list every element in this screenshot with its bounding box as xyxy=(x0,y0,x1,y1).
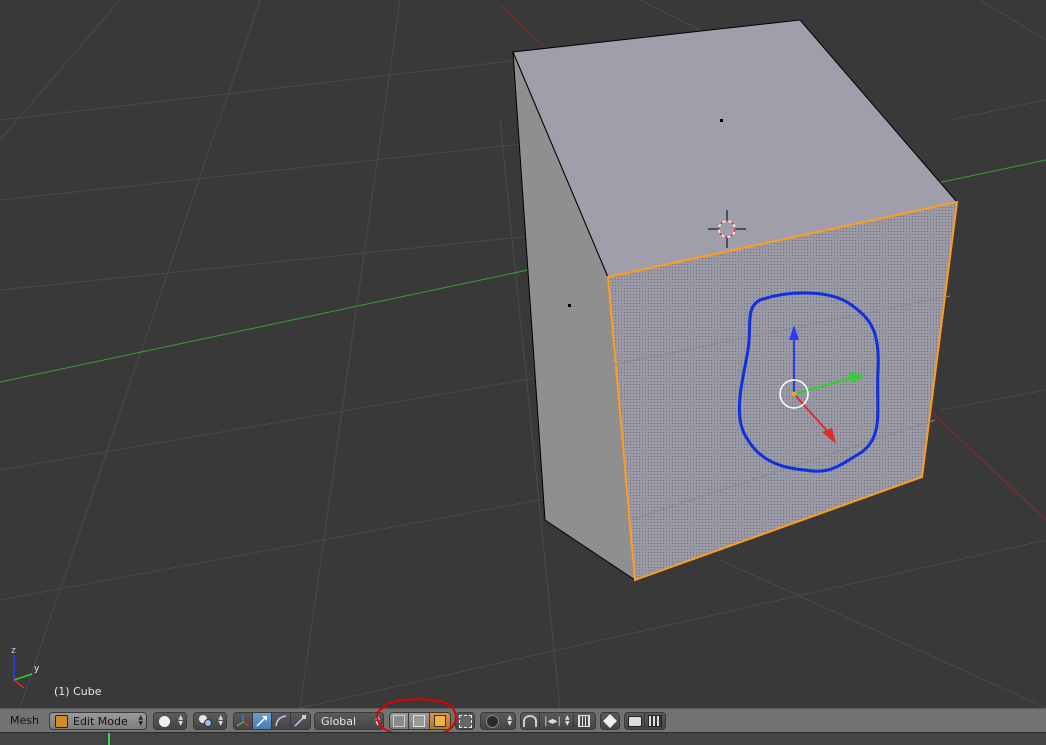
vertex-select-button[interactable] xyxy=(390,713,410,729)
render-buttons-group xyxy=(624,712,666,730)
mode-selector-label: Edit Mode xyxy=(73,714,128,728)
axis-label-y: y xyxy=(34,664,40,674)
snap-toggle-button[interactable] xyxy=(521,713,541,729)
3d-view-header: Mesh Edit Mode ▲ ▼ ▲ ▼ ▲ ▼ Global ▲ ▼ ▲ … xyxy=(0,698,1046,737)
cube-object[interactable] xyxy=(512,19,959,582)
limit-selection-to-visible-button[interactable] xyxy=(455,712,475,730)
translate-manipulator-button[interactable] xyxy=(252,713,273,729)
view-axis-gizmo xyxy=(13,655,33,689)
viewport-shading-solid-icon xyxy=(159,715,170,727)
vertex-select-icon xyxy=(393,715,406,727)
manipulator-group xyxy=(233,712,311,730)
snap-element-selector[interactable]: |◂▸| ▲ ▼ xyxy=(540,713,574,729)
pivot-point-selector[interactable]: ▲ ▼ xyxy=(193,712,227,730)
rotate-manipulator-button[interactable] xyxy=(272,713,291,729)
object-info-label: (1) Cube xyxy=(54,685,102,698)
pivot-point-icon xyxy=(199,715,213,727)
render-still-button[interactable] xyxy=(625,713,646,729)
axis-label-z: z xyxy=(11,646,16,656)
current-frame-marker[interactable] xyxy=(108,733,110,745)
manipulator-toggle-button[interactable] xyxy=(234,713,253,729)
edge-select-icon xyxy=(413,715,426,727)
overlay-toggle-button[interactable] xyxy=(600,712,620,730)
top-face-dot xyxy=(720,119,723,122)
snap-group: |◂▸| ▲ ▼ xyxy=(520,712,596,730)
manipulator-toggle-icon xyxy=(236,715,250,727)
mode-cube-icon xyxy=(55,714,68,728)
left-face-dot xyxy=(568,304,571,307)
render-still-icon xyxy=(627,715,642,727)
snap-element-icon: |◂▸| xyxy=(544,715,561,727)
render-animation-icon xyxy=(648,715,663,727)
scale-manipulator-icon xyxy=(294,715,307,727)
proportional-editing-icon xyxy=(486,714,499,728)
render-animation-button[interactable] xyxy=(645,713,665,729)
mesh-menu[interactable]: Mesh xyxy=(10,714,39,727)
face-select-button[interactable] xyxy=(429,713,450,729)
mesh-select-mode-group xyxy=(389,712,451,730)
limit-selection-to-visible-icon xyxy=(458,714,472,728)
edge-select-button[interactable] xyxy=(409,713,430,729)
proportional-editing-selector[interactable]: ▲ ▼ xyxy=(480,712,516,730)
3d-viewport[interactable]: z y (1) Cube xyxy=(0,0,1046,708)
viewport-shading-selector[interactable]: ▲ ▼ xyxy=(153,712,187,730)
snap-target-button[interactable] xyxy=(574,713,595,729)
snap-target-icon xyxy=(578,715,591,727)
viewport-canvas[interactable] xyxy=(0,0,1046,708)
rotate-manipulator-icon xyxy=(275,715,286,727)
translate-manipulator-icon xyxy=(256,716,267,727)
orientation-label: Global xyxy=(321,714,357,728)
face-select-icon xyxy=(433,715,446,727)
timeline-strip[interactable] xyxy=(0,732,1046,745)
mode-selector[interactable]: Edit Mode ▲ ▼ xyxy=(49,712,147,730)
snap-toggle-icon xyxy=(523,715,538,727)
overlay-toggle-icon xyxy=(601,713,619,729)
scale-manipulator-button[interactable] xyxy=(291,713,310,729)
transform-orientation-selector[interactable]: Global ▲ ▼ xyxy=(314,712,384,730)
